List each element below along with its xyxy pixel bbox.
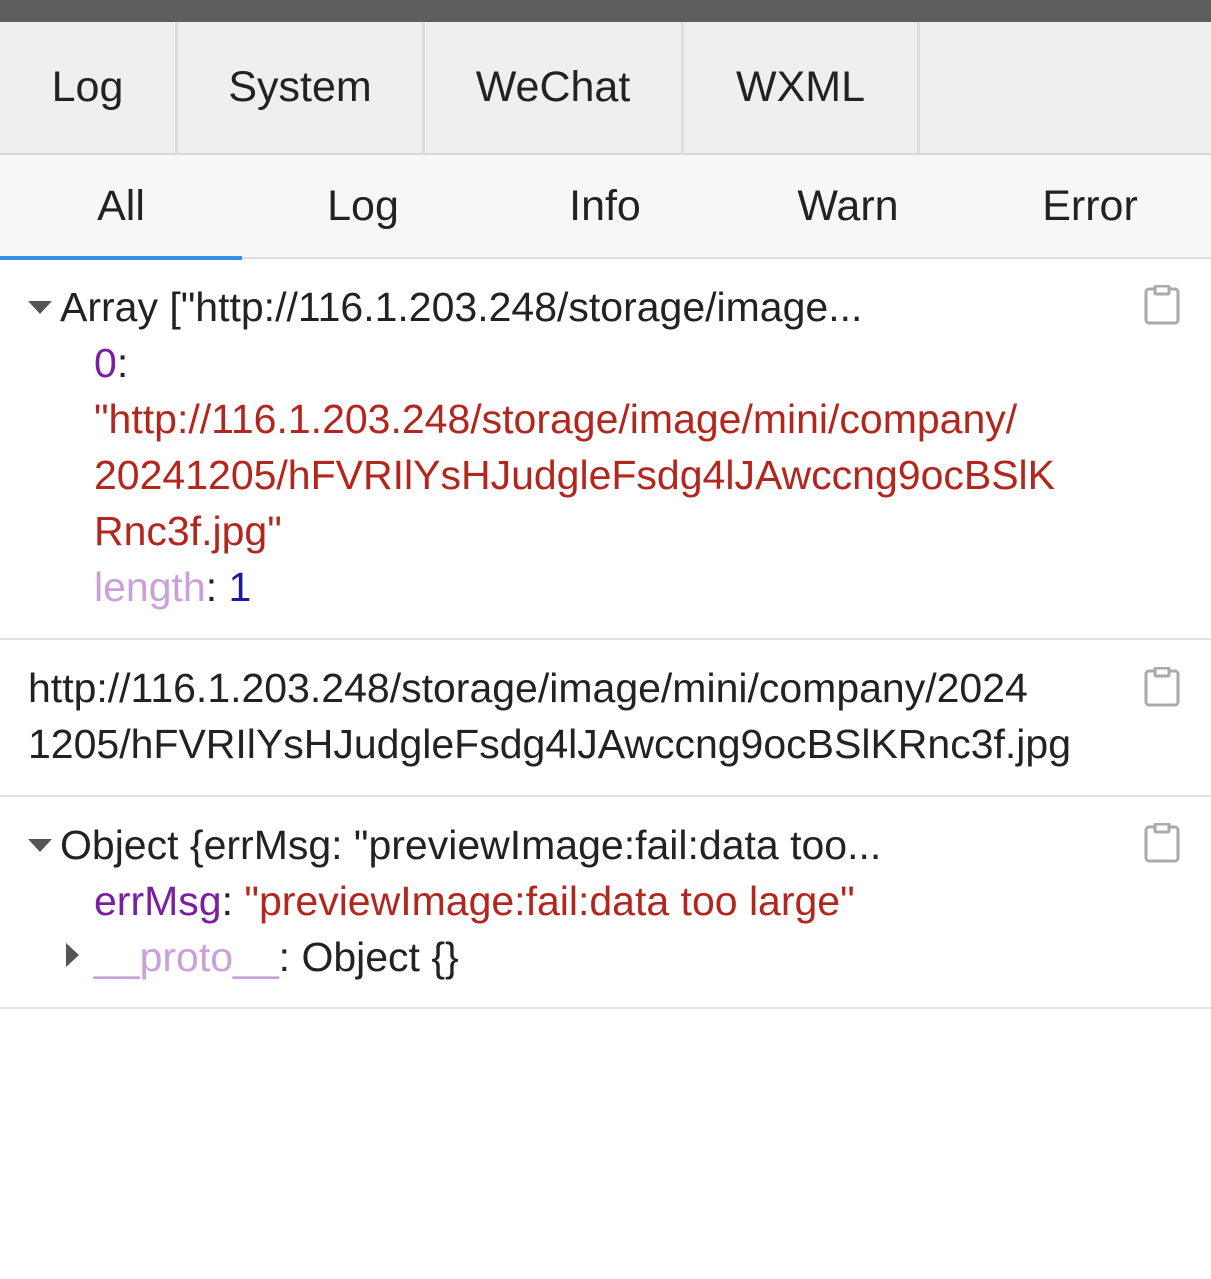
array-index-colon: : [116, 340, 129, 386]
array-length-row: length: 1 [94, 559, 251, 615]
tab-log[interactable]: Log [0, 22, 178, 153]
log-entry-object: Object {errMsg: "previewImage:fail:data … [0, 797, 1211, 1009]
array-index-row: 0: [94, 335, 128, 391]
caret-right-icon[interactable] [66, 943, 79, 967]
proto-key: __proto__ [94, 934, 279, 980]
filter-tab-log[interactable]: Log [242, 155, 484, 257]
tab-wxml[interactable]: WXML [684, 22, 920, 153]
filter-label: Info [569, 182, 641, 230]
tab-label: WXML [736, 63, 865, 111]
clipboard-icon[interactable] [1144, 285, 1180, 325]
array-length-value: 1 [228, 564, 252, 610]
array-value-line-2: 20241205/hFVRIlYsHJudgleFsdg4lJAwccng9oc… [94, 452, 1056, 498]
array-length-colon: : [205, 564, 218, 610]
log-entry-array: Array ["http://116.1.203.248/storage/ima… [0, 259, 1211, 640]
caret-down-icon[interactable] [28, 839, 52, 852]
object-summary[interactable]: Object {errMsg: "previewImage:fail:data … [60, 817, 881, 873]
clipboard-icon[interactable] [1144, 667, 1180, 707]
log-level-filter: All Log Info Warn Error [0, 155, 1211, 260]
caret-down-icon[interactable] [28, 301, 52, 314]
filter-tab-error[interactable]: Error [969, 155, 1211, 257]
url-line-2: 1205/hFVRIlYsHJudgleFsdg4lJAwccng9ocBSlK… [28, 721, 1072, 767]
filter-label: Log [327, 182, 399, 230]
url-line-1: http://116.1.203.248/storage/image/mini/… [28, 665, 1028, 711]
tab-label: System [228, 63, 372, 111]
tab-wechat[interactable]: WeChat [425, 22, 684, 153]
main-tab-bar: Log System WeChat WXML [0, 22, 1211, 155]
filter-label: Warn [797, 182, 899, 230]
array-length-key: length [94, 564, 206, 610]
array-value-line-1: "http://116.1.203.248/storage/image/mini… [94, 396, 1018, 442]
array-index-key: 0 [94, 340, 117, 386]
clipboard-icon[interactable] [1144, 823, 1180, 863]
errmsg-value: "previewImage:fail:data too large" [244, 878, 855, 924]
object-proto-row[interactable]: __proto__: Object {} [94, 929, 459, 985]
errmsg-key: errMsg [94, 878, 222, 924]
errmsg-colon: : [221, 878, 233, 924]
proto-value: : Object {} [278, 934, 459, 980]
tab-system[interactable]: System [178, 22, 425, 153]
array-summary[interactable]: Array ["http://116.1.203.248/storage/ima… [60, 279, 862, 335]
filter-label: All [97, 182, 145, 230]
tab-label: Log [51, 63, 124, 111]
log-entry-url: http://116.1.203.248/storage/image/mini/… [0, 640, 1211, 797]
filter-tab-info[interactable]: Info [484, 155, 726, 257]
status-bar [0, 0, 1211, 22]
tab-label: WeChat [475, 63, 631, 111]
filter-label: Error [1042, 182, 1138, 230]
filter-tab-warn[interactable]: Warn [727, 155, 969, 257]
array-value-line-3: Rnc3f.jpg" [94, 508, 282, 554]
object-errmsg-row: errMsg: "previewImage:fail:data too larg… [94, 873, 855, 929]
filter-tab-all[interactable]: All [0, 155, 242, 260]
